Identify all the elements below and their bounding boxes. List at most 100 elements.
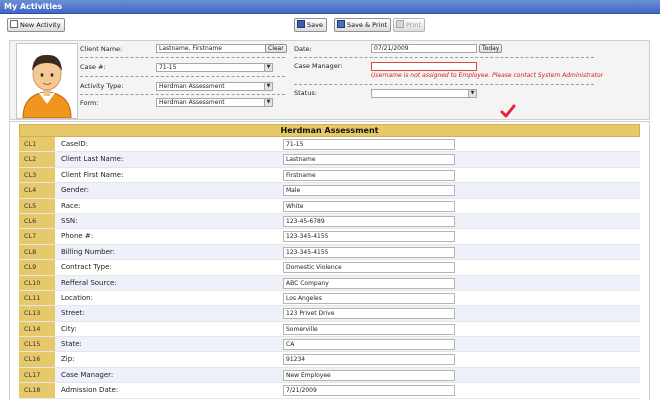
row-label: SSN: — [61, 216, 78, 225]
case-number-label: Case #: — [80, 63, 106, 71]
row-label: Location: — [61, 293, 93, 302]
form-row: CL14 City: Somerville — [19, 321, 640, 338]
case-number-value: 71-15 — [159, 64, 177, 71]
row-label: Race: — [61, 201, 81, 210]
form-row: CL17 Case Manager: New Employee — [19, 367, 640, 384]
date-field[interactable]: 07/21/2009 — [371, 44, 477, 53]
new-document-icon — [10, 20, 18, 28]
person-avatar-icon — [22, 54, 72, 119]
row-label: Zip: — [61, 355, 75, 364]
separator — [80, 57, 285, 58]
row-label: Contract Type: — [61, 263, 112, 272]
chevron-down-icon[interactable]: ▼ — [264, 64, 272, 71]
client-name-field[interactable]: Lastname, Firstname — [156, 44, 266, 53]
row-value-field[interactable]: Lastname — [283, 154, 455, 166]
row-value-field[interactable]: 123-345-4155 — [283, 246, 455, 258]
form-row: CL11 Location: Los Angeles — [19, 290, 640, 307]
row-label: City: — [61, 324, 77, 333]
client-name-label: Client Name: — [80, 45, 123, 53]
chevron-down-icon[interactable]: ▼ — [264, 83, 272, 90]
row-label: Billing Number: — [61, 247, 116, 256]
chevron-down-icon[interactable]: ▼ — [264, 99, 272, 106]
row-value-field[interactable]: 123-45-6789 — [283, 215, 455, 227]
print-button[interactable]: Print — [393, 18, 425, 32]
case-number-select[interactable]: 71-15 ▼ — [156, 63, 273, 72]
save-button[interactable]: Save — [294, 18, 327, 32]
form-row: CL3 Client First Name: Firstname — [19, 167, 640, 184]
row-code: CL14 — [19, 321, 55, 337]
case-manager-field[interactable] — [371, 62, 477, 71]
row-code: CL11 — [19, 290, 55, 306]
row-value-field[interactable]: Domestic Violence — [283, 262, 455, 274]
row-code: CL5 — [19, 198, 55, 213]
row-label: Gender: — [61, 186, 90, 195]
form-row: CL1 CaseID: 71-15 — [19, 137, 640, 153]
separator — [80, 94, 285, 95]
row-code: CL6 — [19, 213, 55, 229]
row-value-field[interactable]: ABC Company — [283, 277, 455, 289]
row-label: CaseID: — [61, 140, 88, 148]
activity-type-label: Activity Type: — [80, 82, 124, 90]
save-print-label: Save & Print — [347, 21, 388, 29]
row-value-field[interactable]: 71-15 — [283, 139, 455, 150]
avatar — [16, 43, 78, 119]
date-label: Date: — [294, 45, 312, 53]
row-value-field[interactable]: Somerville — [283, 323, 455, 335]
row-code: CL4 — [19, 183, 55, 198]
row-value-field[interactable]: Male — [283, 185, 455, 197]
separator — [294, 84, 594, 85]
row-value-field[interactable]: 7/21/2009 — [283, 385, 455, 397]
row-value-field[interactable]: 123-345-4155 — [283, 231, 455, 243]
toolbar: New Activity Save Save & Print Print — [0, 14, 660, 36]
save-label: Save — [307, 21, 323, 29]
form-row: CL8 Billing Number: 123-345-4155 — [19, 244, 640, 261]
row-value-field[interactable]: 91234 — [283, 354, 455, 366]
form-title: Herdman Assessment — [19, 124, 640, 137]
floppy-disk-icon — [297, 20, 305, 28]
row-code: CL1 — [19, 137, 55, 152]
row-code: CL13 — [19, 306, 55, 321]
row-label: Street: — [61, 309, 85, 318]
row-value-field[interactable]: 123 Privet Drive — [283, 308, 455, 320]
row-code: CL16 — [19, 352, 55, 367]
form-row: CL16 Zip: 91234 — [19, 352, 640, 368]
form-select[interactable]: Herdman Assessment ▼ — [156, 98, 273, 107]
form-row: CL7 Phone #: 123-345-4155 — [19, 229, 640, 245]
chevron-down-icon[interactable]: ▼ — [468, 90, 476, 97]
row-label: Phone #: — [61, 232, 94, 241]
form-row: CL13 Street: 123 Privet Drive — [19, 306, 640, 322]
today-button[interactable]: Today — [479, 44, 503, 53]
row-code: CL2 — [19, 152, 55, 167]
row-code: CL10 — [19, 275, 55, 290]
row-label: Refferal Source: — [61, 278, 117, 287]
row-code: CL18 — [19, 383, 55, 398]
row-value-field[interactable]: Los Angeles — [283, 292, 455, 304]
form-row: CL10 Refferal Source: ABC Company — [19, 275, 640, 291]
row-label: Case Manager: — [61, 370, 114, 379]
row-code: CL17 — [19, 367, 55, 383]
row-value-field[interactable]: White — [283, 200, 455, 212]
clear-button[interactable]: Clear — [265, 44, 287, 53]
form-row: CL18 Admission Date: 7/21/2009 — [19, 383, 640, 399]
row-label: State: — [61, 340, 82, 349]
separator — [294, 57, 594, 58]
form-row: CL15 State: CA — [19, 337, 640, 353]
separator — [80, 76, 285, 77]
new-activity-label: New Activity — [20, 21, 61, 29]
activity-type-value: Herdman Assessment — [159, 83, 225, 90]
form-row: CL6 SSN: 123-45-6789 — [19, 213, 640, 230]
form-value: Herdman Assessment — [159, 99, 225, 106]
status-select[interactable]: ▼ — [371, 89, 477, 98]
new-activity-button[interactable]: New Activity — [7, 18, 65, 32]
row-value-field[interactable]: Firstname — [283, 169, 455, 181]
row-code: CL15 — [19, 337, 55, 352]
save-print-button[interactable]: Save & Print — [334, 18, 392, 32]
activity-type-select[interactable]: Herdman Assessment ▼ — [156, 82, 273, 91]
row-value-field[interactable]: CA — [283, 339, 455, 351]
row-code: CL7 — [19, 229, 55, 244]
row-code: CL8 — [19, 244, 55, 260]
row-code: CL3 — [19, 167, 55, 183]
form-row: CL5 Race: White — [19, 198, 640, 214]
row-label: Client Last Name: — [61, 155, 124, 164]
row-value-field[interactable]: New Employee — [283, 369, 455, 381]
